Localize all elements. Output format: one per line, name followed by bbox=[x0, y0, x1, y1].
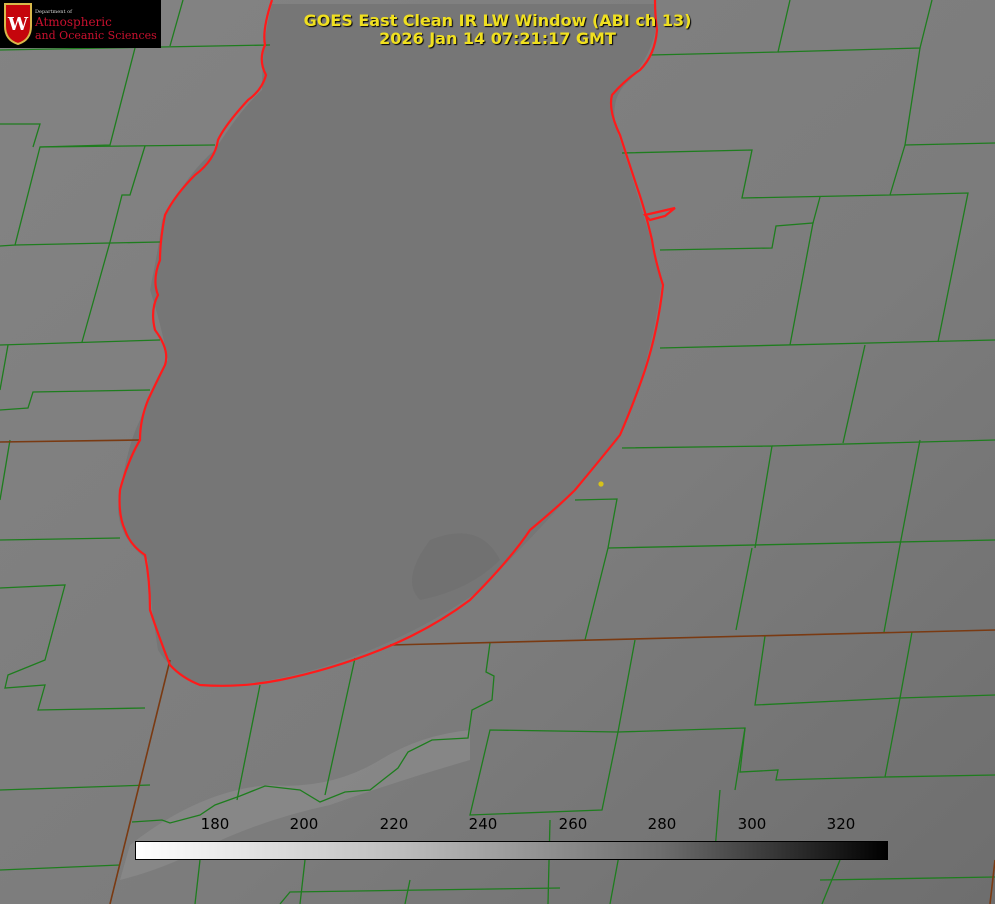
satellite-image: W Department of Atmospheric and Oceanic … bbox=[0, 0, 995, 904]
colorbar-tick-label: 240 bbox=[468, 815, 498, 833]
temperature-colorbar bbox=[135, 841, 888, 860]
colorbar-tick-label: 280 bbox=[647, 815, 677, 833]
colorbar-tick-label: 220 bbox=[379, 815, 409, 833]
location-marker bbox=[598, 481, 604, 487]
image-timestamp: 2026 Jan 14 07:21:17 GMT bbox=[379, 29, 616, 48]
colorbar-tick-label: 200 bbox=[289, 815, 319, 833]
colorbar-tick-label: 300 bbox=[737, 815, 767, 833]
colorbar-tick-label: 180 bbox=[200, 815, 230, 833]
map-canvas bbox=[0, 0, 995, 904]
colorbar-tick-label: 260 bbox=[558, 815, 588, 833]
image-title: GOES East Clean IR LW Window (ABI ch 13) bbox=[303, 11, 692, 30]
colorbar-tick-label: 320 bbox=[826, 815, 856, 833]
